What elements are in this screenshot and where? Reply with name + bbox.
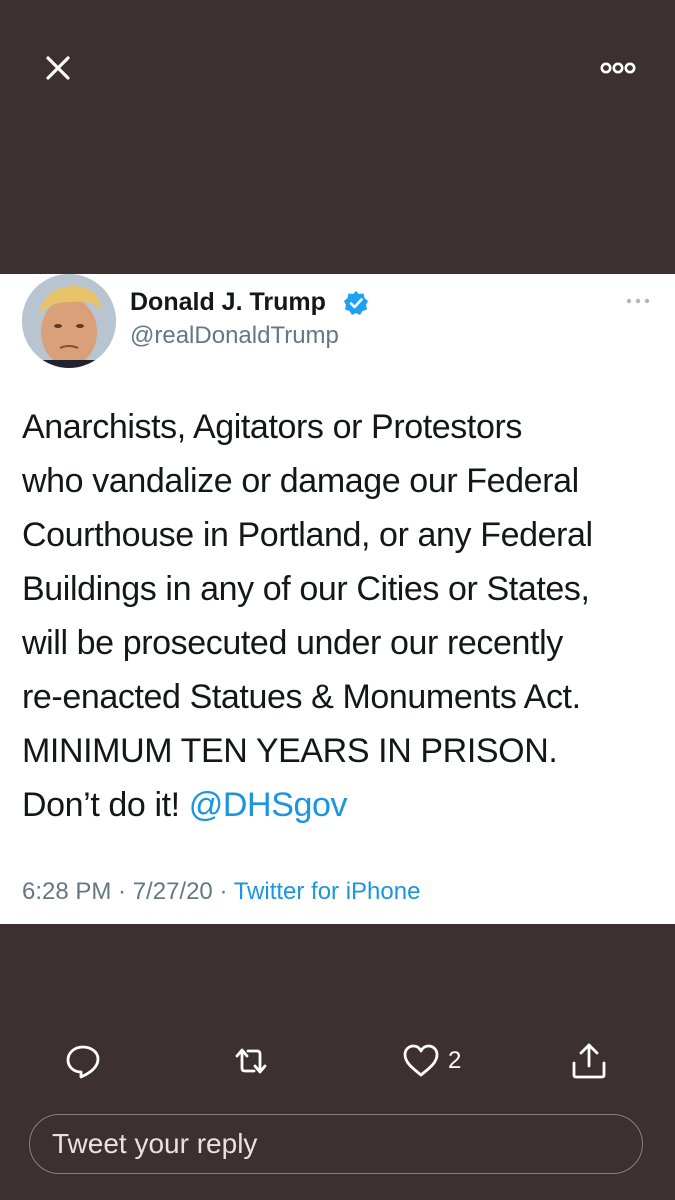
tweet-timestamp: 6:28 PM · 7/27/20 · xyxy=(22,878,234,905)
avatar xyxy=(22,274,116,368)
tweet-more-icon[interactable] xyxy=(624,294,652,308)
tweet-source-link[interactable]: Twitter for iPhone xyxy=(234,878,421,905)
mention-link[interactable]: @DHSgov xyxy=(189,786,348,824)
like-button[interactable] xyxy=(402,1042,440,1082)
tweet-card[interactable]: Donald J. Trump @realDonaldTrump Anarchi… xyxy=(0,274,675,924)
more-horizontal-icon xyxy=(600,62,636,74)
reply-input[interactable]: Tweet your reply xyxy=(29,1114,643,1174)
tweet-meta: 6:28 PM · 7/27/20 · Twitter for iPhone xyxy=(22,878,420,906)
close-icon xyxy=(46,56,70,80)
tweet-body: Anarchists, Agitators or Protestors who … xyxy=(22,408,593,824)
verified-badge-icon xyxy=(344,291,368,315)
reply-icon xyxy=(66,1045,100,1079)
reply-input-placeholder: Tweet your reply xyxy=(52,1128,258,1159)
retweet-icon xyxy=(235,1048,267,1074)
like-count: 2 xyxy=(448,1047,462,1074)
share-button[interactable] xyxy=(570,1042,608,1082)
tweet-text: Anarchists, Agitators or Protestors who … xyxy=(22,400,662,832)
reply-button[interactable] xyxy=(64,1042,102,1082)
user-handle[interactable]: @realDonaldTrump xyxy=(130,322,339,350)
share-icon xyxy=(572,1043,606,1079)
heart-icon xyxy=(403,1044,439,1077)
close-button[interactable] xyxy=(36,46,80,90)
display-name[interactable]: Donald J. Trump xyxy=(130,288,326,317)
more-options-button[interactable] xyxy=(592,56,644,80)
retweet-button[interactable] xyxy=(232,1042,270,1082)
